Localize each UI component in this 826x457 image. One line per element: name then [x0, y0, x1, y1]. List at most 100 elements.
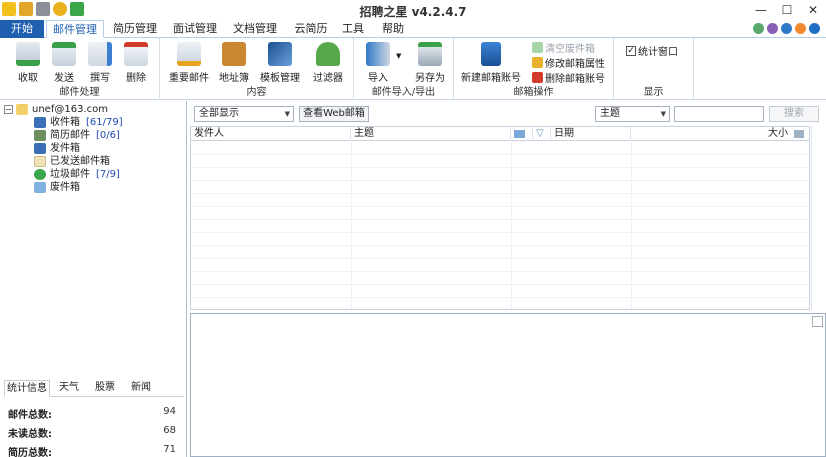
tree-item-resume-mail[interactable]: 简历邮件 [0/6]	[4, 129, 184, 142]
table-row[interactable]	[191, 155, 809, 168]
addressbook-button[interactable]: 地址簿	[214, 42, 254, 84]
group-content: 重要邮件 地址簿 模板管理 过滤器 内容	[160, 38, 354, 100]
new-account-button[interactable]: 新建邮箱账号	[460, 42, 522, 84]
maximize-button[interactable]: ☐	[774, 0, 800, 20]
column-subject[interactable]: 主题	[351, 127, 511, 141]
important-mail-button[interactable]: 重要邮件	[166, 42, 212, 84]
column-size[interactable]: 大小	[765, 127, 791, 141]
theme-orange-icon[interactable]	[795, 23, 806, 34]
mail-list-rows	[191, 142, 809, 298]
tab-interview[interactable]: 面试管理	[166, 20, 224, 38]
table-row[interactable]	[191, 285, 809, 298]
stats-panel: 邮件总数: 94 未读总数: 68 简历总数: 71	[8, 406, 176, 457]
group-mail-processing: 收取 发送 撰写 删除 邮件处理	[0, 38, 160, 100]
mail-list: 发件人 主题 ▽ 日期 大小	[190, 126, 810, 310]
table-row[interactable]	[191, 207, 809, 220]
import-dropdown-icon[interactable]: ▼	[396, 52, 401, 60]
stat-total-mail: 邮件总数: 94	[8, 406, 176, 421]
column-spacer	[631, 127, 765, 141]
search-field-select[interactable]: 主题 ▼	[595, 106, 670, 122]
group-account: 新建邮箱账号 清空废件箱 修改邮箱属性 删除邮箱账号 邮箱操作	[454, 38, 614, 100]
tree-root[interactable]: − unef@163.com	[4, 103, 184, 116]
trash-icon	[34, 182, 46, 193]
search-input[interactable]	[674, 106, 764, 122]
mail-list-scrollbar[interactable]	[811, 126, 826, 310]
close-button[interactable]: ✕	[800, 0, 826, 20]
mail-list-header: 发件人 主题 ▽ 日期 大小	[191, 127, 809, 141]
red-x-icon	[532, 72, 543, 83]
collapse-icon[interactable]: −	[4, 105, 13, 114]
table-row[interactable]	[191, 142, 809, 155]
tab-news[interactable]: 新闻	[124, 380, 158, 397]
theme-purple-icon[interactable]	[767, 23, 778, 34]
table-row[interactable]	[191, 233, 809, 246]
compose-button[interactable]: 撰写	[82, 42, 118, 84]
filter-button[interactable]: 过滤器	[306, 42, 350, 84]
send-button[interactable]: 发送	[46, 42, 82, 84]
column-divider	[511, 142, 512, 309]
column-sender[interactable]: 发件人	[191, 127, 351, 141]
mailbox-tree: − unef@163.com 收件箱 [61/79] 简历邮件 [0/6] 发件…	[4, 103, 184, 194]
tab-cloud-resume[interactable]: 云简历	[286, 20, 336, 38]
column-chooser-icon	[794, 130, 804, 138]
mailbox-pane: − unef@163.com 收件箱 [61/79] 简历邮件 [0/6] 发件…	[0, 101, 187, 457]
pencil-icon	[532, 57, 543, 68]
folder-icon	[16, 104, 28, 115]
receive-button[interactable]: 收取	[10, 42, 46, 84]
tab-tools[interactable]: 工具	[338, 20, 368, 38]
recycle-icon	[34, 169, 46, 180]
tab-stats[interactable]: 统计信息	[4, 380, 50, 397]
table-row[interactable]	[191, 168, 809, 181]
minimize-button[interactable]: —	[748, 0, 774, 20]
filter-icon	[316, 42, 340, 66]
attachment-icon	[514, 130, 525, 138]
column-date[interactable]: 日期	[551, 127, 631, 141]
tab-documents[interactable]: 文档管理	[226, 20, 284, 38]
help-icon[interactable]	[809, 23, 820, 34]
column-attach-icon[interactable]	[511, 127, 533, 141]
app-title: 招聘之星 v4.2.4.7	[359, 5, 467, 19]
title-bar: 招聘之星 v4.2.4.7 — ☐ ✕	[0, 0, 826, 20]
group-label-account: 邮箱操作	[513, 87, 554, 98]
tab-mail[interactable]: 邮件管理	[46, 20, 104, 38]
saveas-button[interactable]: 另存为	[410, 42, 450, 84]
stat-unread: 未读总数: 68	[8, 425, 176, 440]
table-row[interactable]	[191, 272, 809, 285]
outbox-icon	[34, 143, 46, 154]
addressbook-icon	[222, 42, 246, 66]
mail-list-toolbar: 全部显示 ▼ 查看Web邮箱 主题 ▼ 搜索	[190, 104, 826, 124]
table-row[interactable]	[191, 259, 809, 272]
import-button[interactable]: 导入	[360, 42, 396, 84]
search-button[interactable]: 搜索	[769, 106, 819, 122]
tree-item-inbox[interactable]: 收件箱 [61/79]	[4, 116, 184, 129]
tab-stocks[interactable]: 股票	[88, 380, 122, 397]
table-row[interactable]	[191, 246, 809, 259]
theme-blue-icon[interactable]	[781, 23, 792, 34]
column-chooser[interactable]	[791, 127, 809, 141]
theme-green-icon[interactable]	[753, 23, 764, 34]
delete-button[interactable]: 删除	[118, 42, 154, 84]
tab-help[interactable]: 帮助	[378, 20, 408, 38]
table-row[interactable]	[191, 194, 809, 207]
preview-scroll-corner[interactable]	[812, 316, 823, 327]
tab-start[interactable]: 开始	[0, 20, 44, 38]
table-row[interactable]	[191, 181, 809, 194]
tree-item-trash[interactable]: 废件箱	[4, 181, 184, 194]
empty-trash-button[interactable]: 清空废件箱	[532, 40, 595, 55]
filter-select[interactable]: 全部显示 ▼	[194, 106, 294, 122]
table-row[interactable]	[191, 220, 809, 233]
view-web-mail-button[interactable]: 查看Web邮箱	[299, 106, 369, 122]
stats-window-checkbox[interactable]: ✓ 统计窗口	[626, 43, 678, 58]
recycle-icon	[532, 42, 543, 53]
tree-item-junk[interactable]: 垃圾邮件 [7/9]	[4, 168, 184, 181]
tree-item-sent[interactable]: 已发送邮件箱	[4, 155, 184, 168]
tab-resume[interactable]: 简历管理	[106, 20, 164, 38]
edit-account-button[interactable]: 修改邮箱属性	[532, 55, 605, 70]
tree-item-outbox[interactable]: 发件箱	[4, 142, 184, 155]
column-flag[interactable]: ▽	[533, 127, 551, 141]
template-button[interactable]: 模板管理	[256, 42, 304, 84]
ribbon: 收取 发送 撰写 删除 邮件处理 重要邮件 地址簿 模板管理 过滤器 内容 导入…	[0, 38, 826, 100]
theme-selector	[753, 23, 820, 34]
tab-weather[interactable]: 天气	[52, 380, 86, 397]
template-icon	[268, 42, 292, 66]
